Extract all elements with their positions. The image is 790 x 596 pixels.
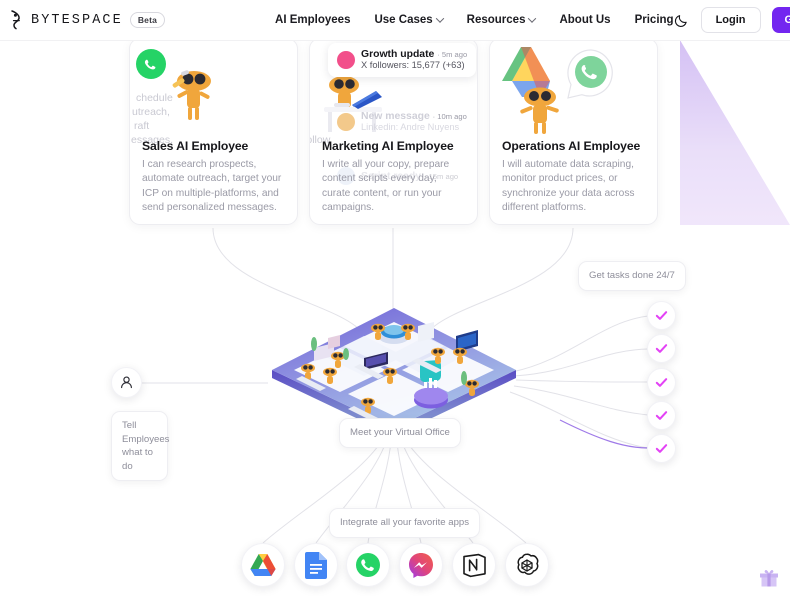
notification-subtitle: X followers: 15,677 (+63) — [361, 60, 465, 70]
nav-links: AI Employees Use Cases Resources About U… — [275, 14, 674, 26]
app-node-google-drive[interactable] — [241, 543, 285, 587]
notification-time: · 10m ago — [432, 112, 467, 121]
check-icon — [655, 311, 668, 320]
moon-icon[interactable] — [674, 12, 690, 28]
messenger-icon — [409, 553, 433, 578]
card-body: Operations AI Employee I will automate d… — [490, 139, 657, 215]
label-virtual-office: Meet your Virtual Office — [339, 418, 461, 448]
card-body: Sales AI Employee I can research prospec… — [130, 139, 297, 215]
app-node-messenger[interactable] — [399, 543, 443, 587]
label-tell-employees: Tell Employees what to do — [111, 411, 169, 481]
person-icon — [121, 376, 132, 389]
card-marketing-ai-employee[interactable]: Scout accounts, automate follow/unfollow — [309, 38, 478, 225]
check-node[interactable] — [647, 334, 676, 363]
card-sales-ai-employee[interactable]: chedule utreach, raft essages, Sales AI … — [129, 38, 298, 225]
login-button[interactable]: Login — [700, 7, 761, 33]
notification-avatar — [337, 50, 355, 69]
notification-avatar — [337, 112, 355, 131]
check-node[interactable] — [647, 301, 676, 330]
check-icon — [655, 344, 668, 353]
nav-actions: Login Get Started for Free — [674, 7, 790, 33]
card-body: Marketing AI Employee I write all your c… — [310, 139, 477, 215]
notification-title: Growth update · 5m ago — [361, 49, 468, 60]
get-started-button[interactable]: Get Started for Free — [771, 7, 790, 33]
nav-label: AI Employees — [275, 14, 351, 26]
nav-label: About Us — [559, 14, 611, 26]
check-icon — [655, 444, 668, 453]
notification-growth-update: Growth update · 5m ago X followers: 15,6… — [328, 43, 477, 77]
robot-drive-icon — [520, 87, 559, 134]
card-description: I will automate data scraping, monitor p… — [502, 159, 635, 213]
notification-new-message: New message · 10m ago Linkedin: Andre Nu… — [328, 105, 476, 139]
google-drive-icon — [250, 554, 276, 576]
nav-label: Pricing — [634, 14, 674, 26]
landing-page: BYTESPACE Beta AI Employees Use Cases Re… — [0, 0, 790, 596]
whatsapp-icon — [136, 49, 166, 79]
card-ghost-line: raft — [134, 120, 150, 132]
brand-name: BYTESPACE — [31, 12, 123, 28]
check-node[interactable] — [647, 401, 676, 430]
virtual-office-illustration[interactable] — [268, 300, 520, 430]
openai-icon — [517, 553, 539, 575]
label-get-tasks-done: Get tasks done 24/7 — [578, 261, 686, 291]
beta-badge: Beta — [129, 11, 166, 29]
nav-item-pricing[interactable]: Pricing — [635, 14, 674, 26]
chevron-down-icon — [435, 14, 444, 23]
nav-item-ai-employees[interactable]: AI Employees — [275, 14, 350, 26]
person-node[interactable] — [111, 367, 142, 398]
check-icon — [655, 378, 668, 387]
notification-title: New message · 10m ago — [361, 111, 467, 122]
nav-item-about-us[interactable]: About Us — [559, 14, 610, 26]
card-title: Sales AI Employee — [142, 139, 249, 154]
card-title: Marketing AI Employee — [322, 139, 454, 154]
brand[interactable]: BYTESPACE Beta — [0, 10, 166, 30]
app-node-notion[interactable] — [452, 543, 496, 587]
nav-item-resources[interactable]: Resources — [466, 14, 537, 26]
app-node-openai[interactable] — [505, 543, 549, 587]
robot-pointing-icon — [172, 70, 211, 120]
notification-subtitle: Linkedin: Andre Nuyens — [361, 122, 460, 132]
employee-cards: chedule utreach, raft essages, Sales AI … — [0, 38, 790, 228]
google-docs-icon — [305, 551, 327, 579]
nav-label: Use Cases — [374, 14, 433, 26]
whatsapp-bubble-icon — [567, 49, 613, 99]
notion-icon — [462, 553, 486, 577]
app-node-whatsapp[interactable] — [346, 543, 390, 587]
chevron-down-icon — [528, 14, 537, 23]
app-node-google-docs[interactable] — [294, 543, 338, 587]
bytespace-logo-icon — [11, 10, 20, 30]
nav-item-use-cases[interactable]: Use Cases — [374, 14, 444, 26]
card-description: I can research prospects, automate outre… — [142, 159, 282, 213]
card-title: Operations AI Employee — [502, 139, 641, 154]
nav-label: Resources — [466, 14, 526, 26]
whatsapp-icon — [356, 553, 380, 577]
check-node[interactable] — [647, 434, 676, 463]
navbar: BYTESPACE Beta AI Employees Use Cases Re… — [0, 0, 790, 41]
check-icon — [655, 411, 668, 420]
card-description: I write all your copy, prepare content s… — [322, 159, 450, 213]
notification-time: · 5m ago — [437, 50, 468, 59]
gift-icon[interactable] — [758, 566, 780, 588]
check-node[interactable] — [647, 368, 676, 397]
card-operations-ai-employee[interactable]: C Operations AI Employee I will automate… — [489, 38, 658, 225]
label-integrate-apps: Integrate all your favorite apps — [329, 508, 481, 538]
